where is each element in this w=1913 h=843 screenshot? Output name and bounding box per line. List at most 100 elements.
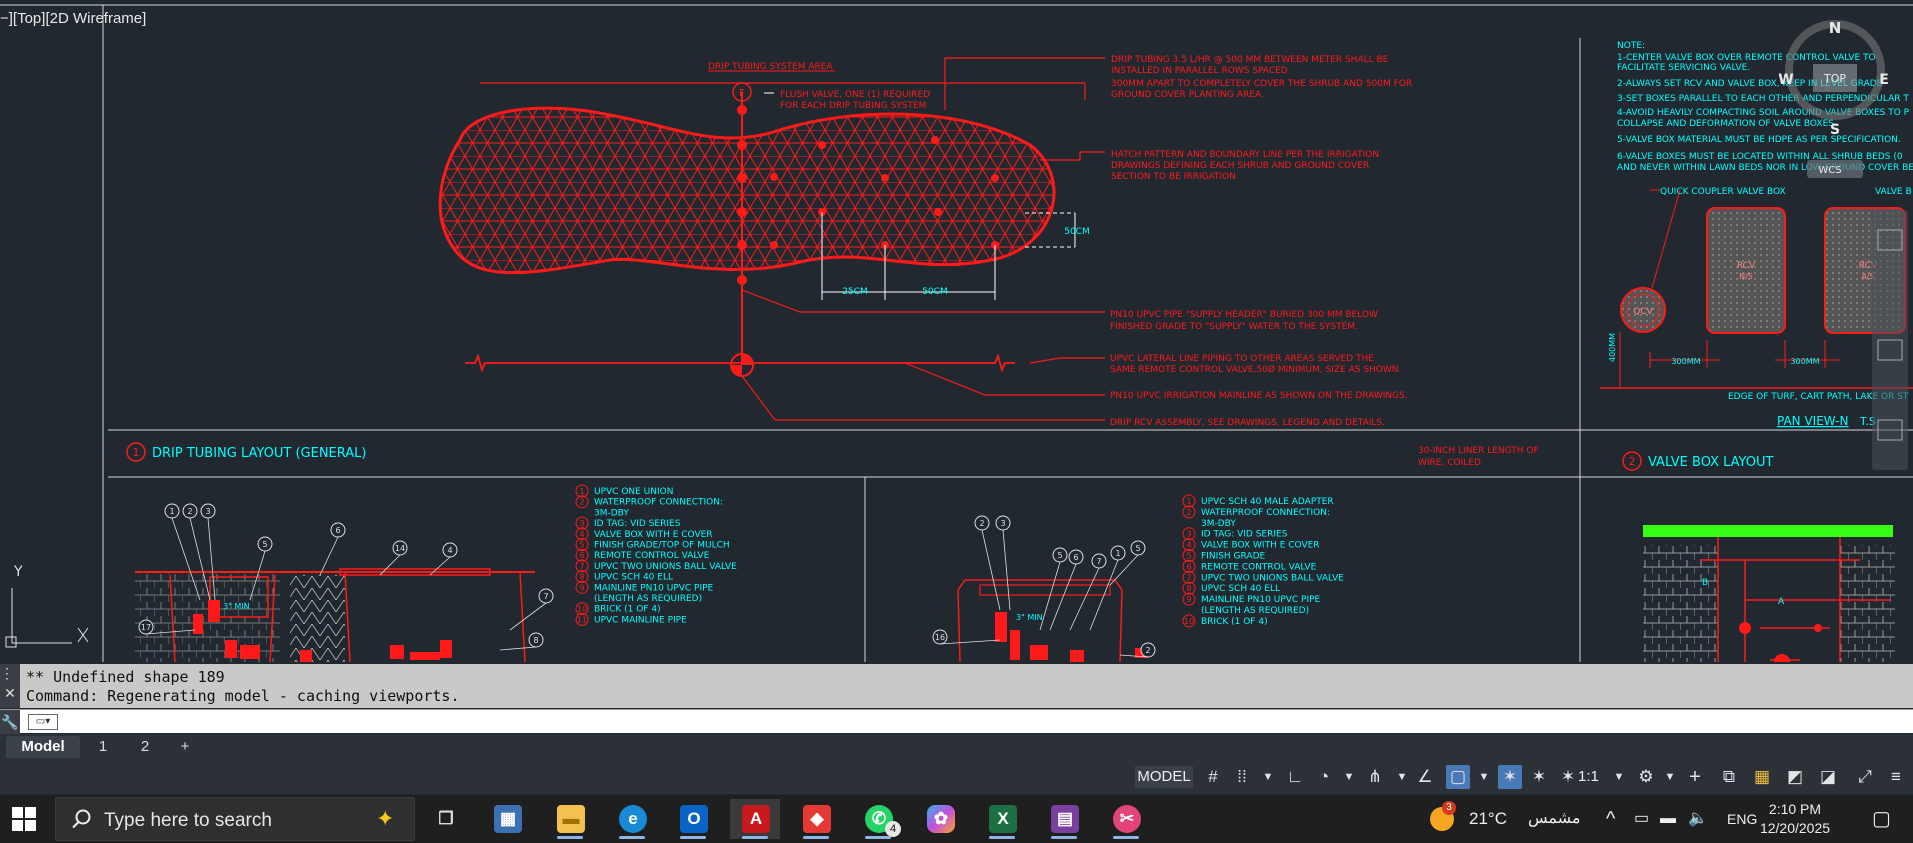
ortho-icon[interactable]: ∟ <box>1283 765 1307 789</box>
turf-line <box>1643 525 1893 537</box>
navigation-bar[interactable] <box>1872 210 1908 470</box>
add-layout-button[interactable]: + <box>170 736 200 758</box>
battery-icon[interactable]: ▬ <box>1660 795 1676 843</box>
legend-item: BRICK (1 OF 4) <box>1201 617 1268 627</box>
weather-text[interactable]: مشمس <box>1528 795 1581 843</box>
copilot-app[interactable]: ✿ <box>915 799 965 839</box>
file-explorer-app[interactable]: ▬ <box>545 799 595 839</box>
temperature[interactable]: 21°C <box>1469 795 1507 843</box>
valve-detail-section-3[interactable]: B A <box>1643 525 1895 662</box>
task-view-button[interactable]: ❐ <box>420 799 470 839</box>
tab-layout-2[interactable]: 2 <box>126 736 164 758</box>
drip-tubing-layout[interactable]: DRIP TUBING SYSTEM AREA F FLUSH VALVE, O… <box>126 55 1542 468</box>
auto-scale-icon[interactable]: ✶ <box>1527 765 1551 789</box>
isolate-objects-icon[interactable]: ◩ <box>1783 765 1807 789</box>
weather-widget[interactable]: 3 <box>1430 795 1456 843</box>
callout-leader <box>499 646 537 651</box>
volume-icon[interactable]: 🔈 <box>1688 795 1708 843</box>
outlook-app[interactable]: O <box>668 799 718 839</box>
model-space-toggle[interactable]: MODEL <box>1135 766 1193 788</box>
autocad-app[interactable]: A <box>730 799 780 839</box>
clock[interactable]: 2:10 PM 12/20/2025 <box>1745 800 1845 838</box>
object-snap-icon[interactable]: ▢ <box>1446 765 1470 789</box>
winrar-app[interactable]: ▤ <box>1039 799 1089 839</box>
dim-300mm-b: 300MM <box>1790 357 1819 366</box>
annotation-scale-value[interactable]: 1:1 <box>1578 766 1599 788</box>
polar-dropdown-icon[interactable]: ▼ <box>1337 765 1361 789</box>
compass-east[interactable]: E <box>1879 72 1889 88</box>
scale-dropdown-icon[interactable]: ▼ <box>1607 765 1631 789</box>
valve-detail-section-1[interactable]: 3" MIN 1 2 3 5 6 14 4 7 17 8 <box>135 503 554 662</box>
callout-number: 2 <box>187 507 192 516</box>
compass-west[interactable]: W <box>1778 72 1793 88</box>
tab-model[interactable]: Model <box>6 736 80 758</box>
command-history-line-1: ** Undefined shape 189 <box>26 668 225 686</box>
snipping-tool-app[interactable]: ✂ <box>1101 799 1151 839</box>
annotation-monitor-icon[interactable]: + <box>1683 765 1707 789</box>
edge-app[interactable]: e <box>607 799 657 839</box>
folder-icon: ▬ <box>557 805 585 833</box>
dim-side-50cm: 50CM <box>1064 227 1090 237</box>
isodraft-icon[interactable]: ⋔ <box>1363 765 1387 789</box>
show-hidden-icons-chevron-icon[interactable]: ^ <box>1606 795 1615 843</box>
legend-number: 5 <box>1186 552 1191 561</box>
legend-number: 4 <box>1186 541 1191 550</box>
notifications-icon[interactable]: ▢ <box>1872 795 1891 843</box>
isodraft-dropdown-icon[interactable]: ▼ <box>1390 765 1414 789</box>
callout-leader <box>1039 561 1061 631</box>
compass-north[interactable]: N <box>1829 19 1842 37</box>
legend-item: ID TAG: VID SERIES <box>1201 530 1288 540</box>
command-line-handle[interactable]: ⋮⋮ ✕ <box>0 664 28 708</box>
detail-2-number: 2 <box>1629 455 1636 468</box>
viewport-controls-label[interactable]: −][Top][2D Wireframe] <box>0 10 146 27</box>
legend-item: UPVC SCH 40 ELL <box>1201 584 1280 594</box>
annotation-scale-icon[interactable]: ✶ <box>1556 765 1580 789</box>
workspace-dropdown-icon[interactable]: ▼ <box>1658 765 1682 789</box>
grid-icon[interactable]: # <box>1201 765 1225 789</box>
legend-item: UPVC ONE UNION <box>594 487 673 497</box>
object-snap-tracking-icon[interactable]: ∠ <box>1413 765 1437 789</box>
workspace-gear-icon[interactable]: ⚙ <box>1634 765 1658 789</box>
close-icon[interactable]: ✕ <box>0 684 20 704</box>
calculator-app[interactable]: ▦ <box>482 799 532 839</box>
grip-icon[interactable]: ⋮⋮ <box>0 664 28 684</box>
view-cube-face-label: TOP <box>1823 72 1846 85</box>
legend-item: WATERPROOF CONNECTION: <box>594 498 723 508</box>
hatch-area <box>440 108 1054 273</box>
note-hatch: HATCH PATTERN AND BOUNDARY LINE PER THE … <box>1111 150 1382 182</box>
copilot-sparkle-icon[interactable]: ✦ <box>376 806 394 832</box>
callout-number: 6 <box>1073 553 1078 562</box>
hardware-acceleration-icon[interactable]: ◪ <box>1816 765 1840 789</box>
windows-start-icon[interactable] <box>10 805 38 833</box>
customization-menu-icon[interactable]: ≡ <box>1884 765 1908 789</box>
command-input[interactable] <box>64 713 1864 731</box>
callout-number: 1 <box>169 507 174 516</box>
clean-screen-icon[interactable]: ⤢ <box>1853 765 1877 789</box>
snap-dropdown-icon[interactable]: ▼ <box>1256 765 1280 789</box>
tab-layout-1[interactable]: 1 <box>85 736 121 758</box>
osnap-dropdown-icon[interactable]: ▼ <box>1472 765 1496 789</box>
compass-south[interactable]: S <box>1830 122 1840 138</box>
command-prompt-icon[interactable]: ▭▾ <box>28 714 58 730</box>
drawing-viewport[interactable]: DRIP TUBING SYSTEM AREA F FLUSH VALVE, O… <box>0 0 1913 662</box>
valve-detail-section-2[interactable]: 3" MIN 2 3 5 6 7 1 5 16 2 <box>932 515 1156 662</box>
flush-valve-letter: F <box>739 88 745 99</box>
quick-properties-icon[interactable]: ▦ <box>1750 765 1774 789</box>
task-view-icon: ❐ <box>438 809 454 828</box>
whatsapp-app[interactable]: ✆ 4 <box>853 799 903 839</box>
drawing-canvas[interactable]: DRIP TUBING SYSTEM AREA F FLUSH VALVE, O… <box>0 0 1913 662</box>
network-icon[interactable]: ▭ <box>1634 795 1649 843</box>
legend-number: 7 <box>579 562 584 571</box>
snap-mode-icon[interactable]: ⁞⁞ <box>1230 765 1254 789</box>
callout-number: 16 <box>935 633 945 642</box>
annotation-visibility-icon[interactable]: ✶ <box>1498 765 1522 789</box>
excel-app[interactable]: X <box>977 799 1027 839</box>
anydesk-app[interactable]: ◆ <box>791 799 841 839</box>
polar-tracking-icon[interactable]: ◔ <box>1312 765 1336 789</box>
units-icon[interactable]: ⧉ <box>1717 765 1741 789</box>
command-line[interactable]: 🔧 ▭▾ <box>0 709 1913 734</box>
legend-number: 10 <box>577 605 587 614</box>
taskbar-search-box[interactable]: Type here to search ✦ <box>55 797 415 841</box>
customize-icon[interactable]: 🔧 <box>0 710 20 734</box>
callout-number: 2 <box>1145 646 1150 655</box>
